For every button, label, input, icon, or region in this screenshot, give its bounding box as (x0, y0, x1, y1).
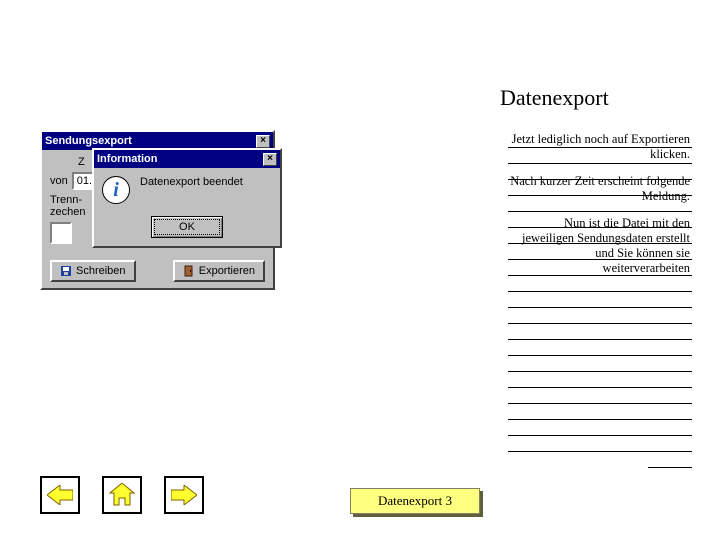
disk-icon (60, 265, 72, 277)
close-button[interactable]: × (263, 153, 277, 166)
info-icon: i (102, 176, 130, 204)
schreiben-label: Schreiben (76, 265, 126, 277)
exportieren-label: Exportieren (199, 265, 255, 277)
label-von: von (50, 175, 68, 187)
close-button[interactable]: × (256, 135, 270, 148)
page-title: Datenexport (500, 85, 609, 111)
next-button[interactable] (164, 476, 204, 514)
prev-button[interactable] (40, 476, 80, 514)
arrow-left-icon (47, 485, 73, 505)
exportieren-button[interactable]: Exportieren (173, 260, 265, 282)
slide-label: Datenexport 3 (350, 488, 480, 514)
information-title: Information (97, 153, 158, 165)
trenn-label: Trenn- zechen (50, 194, 88, 218)
trenn-field[interactable] (50, 222, 72, 244)
ok-button[interactable]: OK (151, 216, 223, 238)
home-button[interactable] (102, 476, 142, 514)
information-message: Datenexport beendet (140, 176, 243, 188)
information-dialog: Information × i Datenexport beendet OK (92, 148, 282, 248)
sendungsexport-title: Sendungsexport (45, 135, 132, 147)
instruction-para-2: Nach kurzer Zeit erscheint folgende Meld… (510, 174, 690, 204)
instruction-column: Jetzt lediglich noch auf Exportieren kli… (510, 132, 690, 288)
label-z: Z (78, 156, 85, 168)
door-icon (183, 265, 195, 277)
instruction-para-1: Jetzt lediglich noch auf Exportieren kli… (510, 132, 690, 162)
arrow-right-icon (171, 485, 197, 505)
nav-bar (40, 476, 204, 514)
information-titlebar[interactable]: Information × (94, 150, 280, 168)
home-icon (109, 483, 135, 507)
instruction-para-3: Nun ist die Datei mit den jeweiligen Sen… (510, 216, 690, 276)
schreiben-button[interactable]: Schreiben (50, 260, 136, 282)
